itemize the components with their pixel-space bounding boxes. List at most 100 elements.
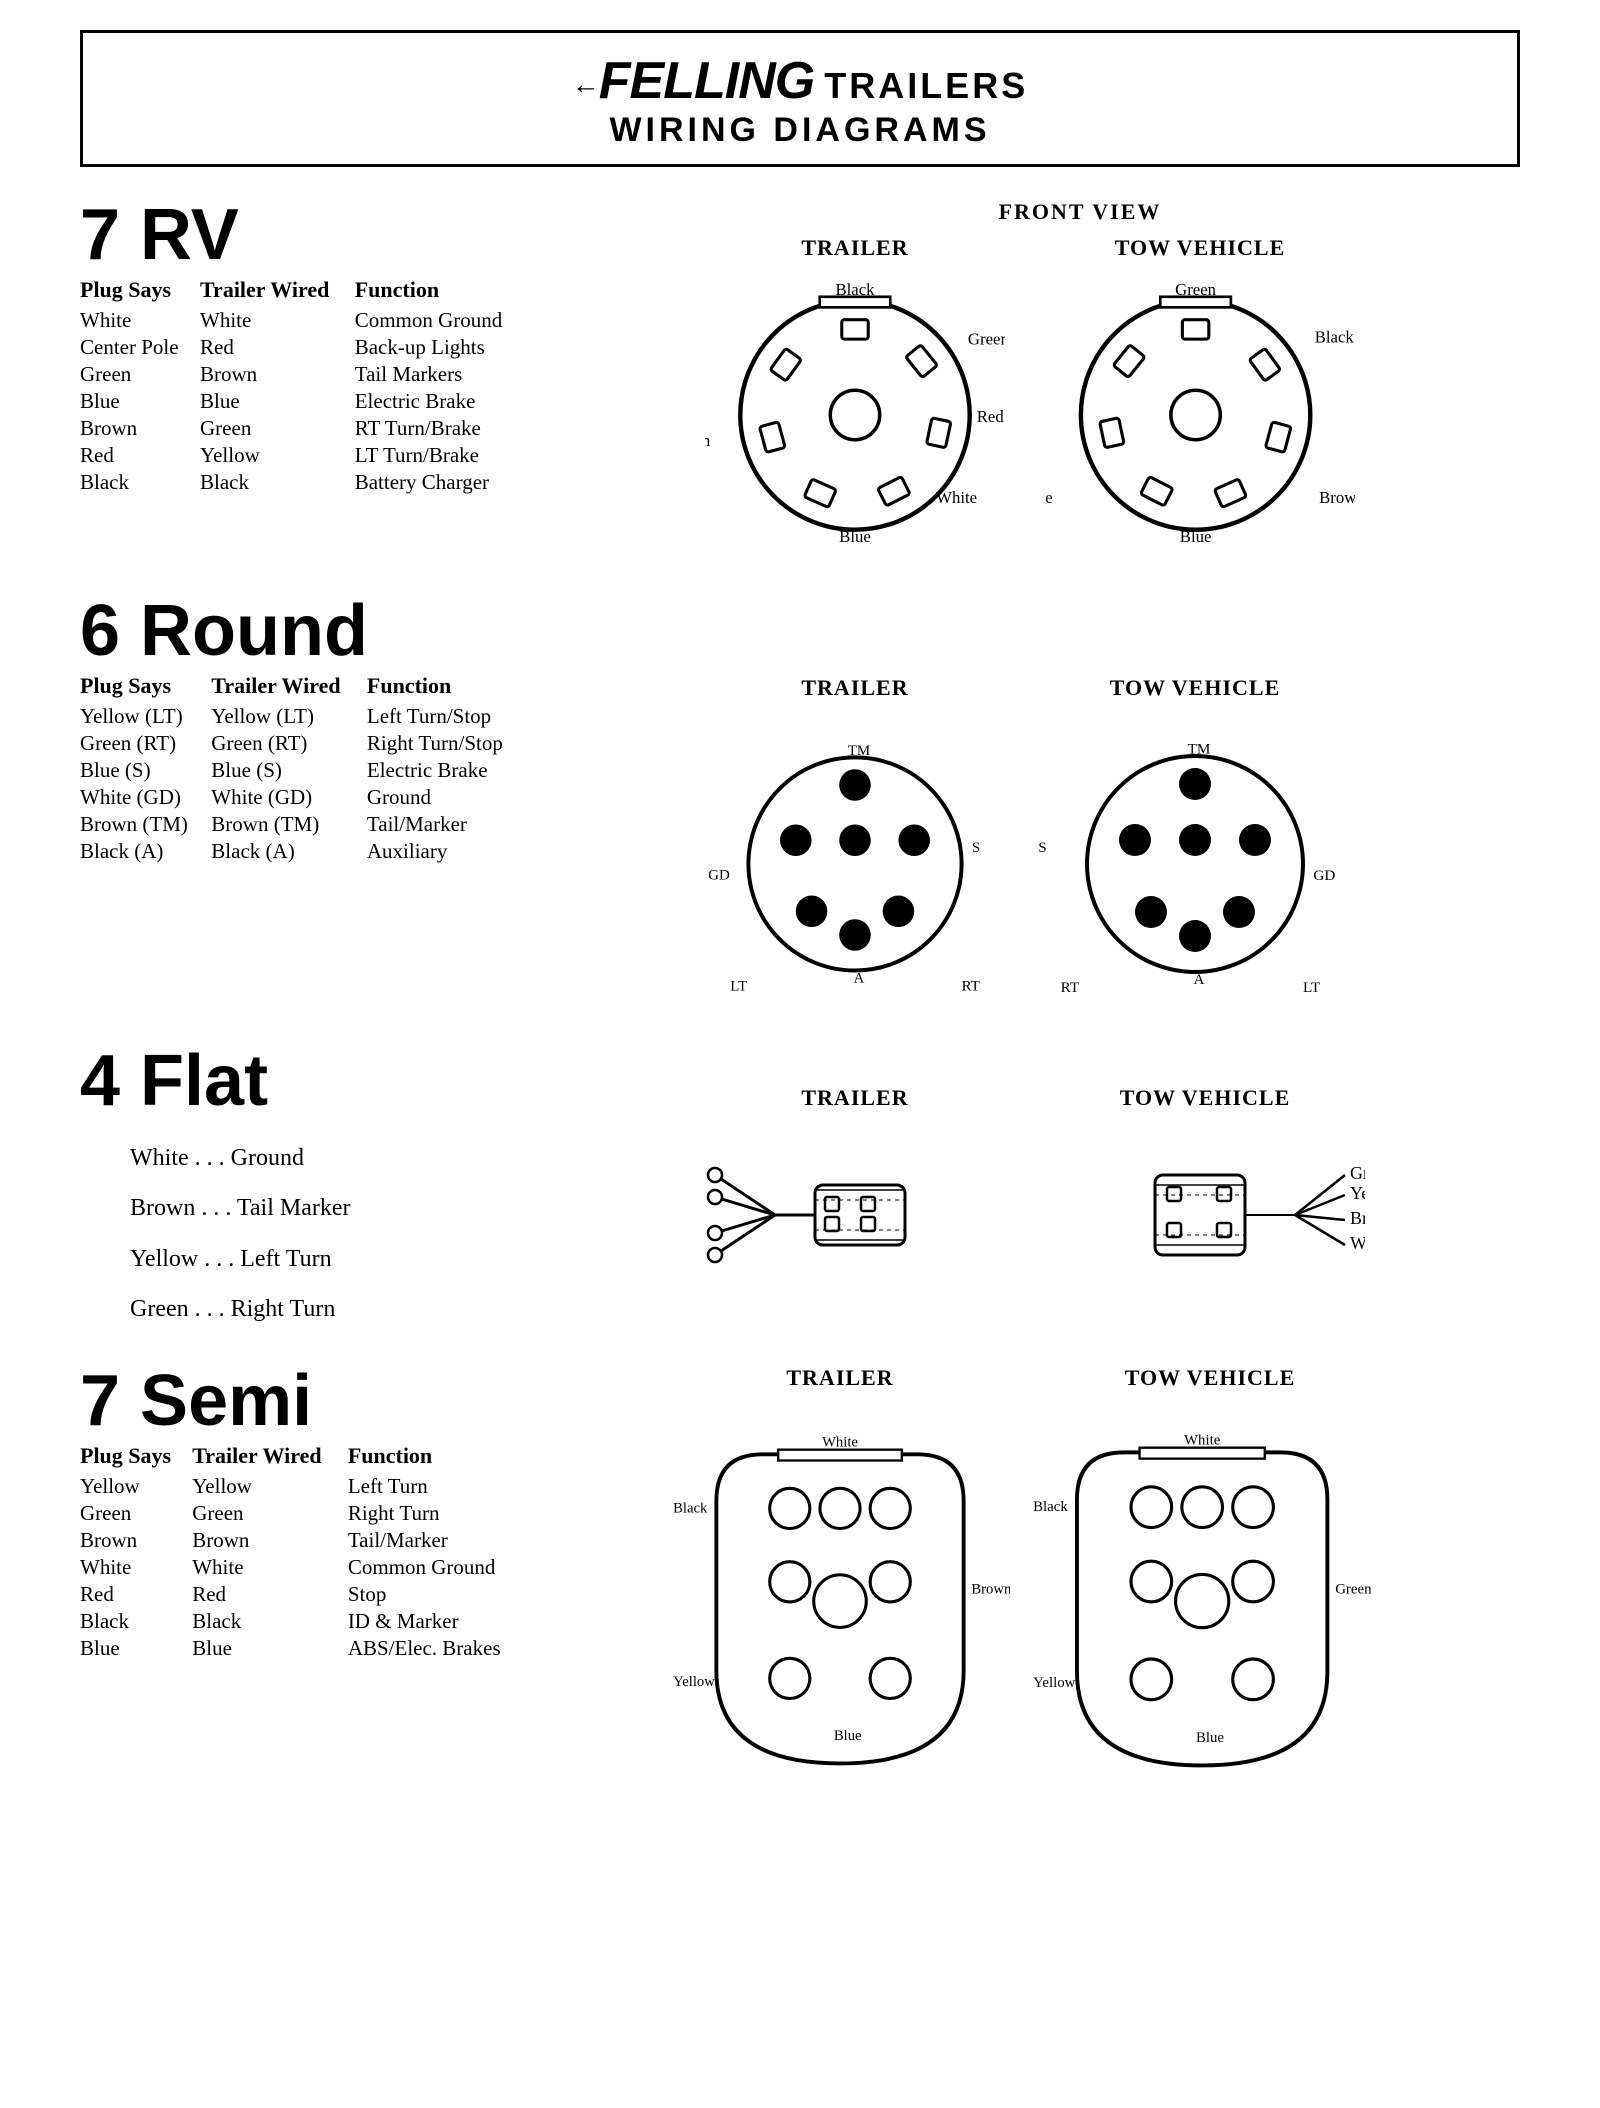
col-trailer-wired: Trailer Wired xyxy=(192,1443,348,1473)
col-trailer-wired: Trailer Wired xyxy=(211,673,367,703)
trailers-text: TRAILERS xyxy=(824,65,1028,107)
svg-text:Black: Black xyxy=(1315,328,1355,347)
6round-towvehicle-diagram: TOW VEHICLE TM GD S A RT LT xyxy=(1035,675,1355,1015)
6round-table: Plug Says Trailer Wired Function Yellow … xyxy=(80,673,530,865)
svg-text:GD: GD xyxy=(1313,867,1335,884)
table-row: Brown (TM)Brown (TM)Tail/Marker xyxy=(80,811,530,838)
svg-text:Brown: Brown xyxy=(705,431,711,450)
6round-towvehicle-svg: TM GD S A RT LT xyxy=(1035,705,1355,1015)
7semi-title: 7 Semi xyxy=(80,1365,530,1437)
header-line1: ←FELLING TRAILERS xyxy=(93,51,1507,111)
svg-text:S: S xyxy=(972,840,980,856)
section-7semi: 7 Semi Plug Says Trailer Wired Function … xyxy=(80,1365,1520,1815)
svg-text:Green: Green xyxy=(1335,1581,1372,1597)
table-row: BrownBrownTail/Marker xyxy=(80,1527,530,1554)
4flat-trailer-svg xyxy=(695,1115,1015,1315)
table-row: WhiteWhiteCommon Ground xyxy=(80,1554,530,1581)
4flat-towvehicle-title: TOW VEHICLE xyxy=(1120,1085,1291,1111)
table-row: WhiteWhiteCommon Ground xyxy=(80,307,530,334)
table-row: BlackBlackBattery Charger xyxy=(80,469,530,496)
table-row: YellowYellowLeft Turn xyxy=(80,1473,530,1500)
svg-text:Yellow: Yellow xyxy=(1033,1675,1076,1691)
table-row: Center PoleRedBack-up Lights xyxy=(80,334,530,361)
7semi-left: 7 Semi Plug Says Trailer Wired Function … xyxy=(80,1365,530,1662)
svg-text:S: S xyxy=(1038,839,1046,856)
7rv-towvehicle-diagram: TOW VEHICLE xyxy=(1045,235,1355,565)
table-row: Blue (S)Blue (S)Electric Brake xyxy=(80,757,530,784)
6round-trailer-title: TRAILER xyxy=(801,675,908,701)
wire-white: White . . . Ground xyxy=(130,1133,530,1183)
svg-text:White: White xyxy=(1045,488,1053,507)
4flat-trailer-title: TRAILER xyxy=(801,1085,908,1111)
svg-text:Yellow: Yellow xyxy=(1350,1183,1365,1203)
7semi-towvehicle-svg: White Black Yellow Blue Green xyxy=(1030,1395,1390,1815)
svg-text:TM: TM xyxy=(1188,741,1211,758)
section-4flat: 4 Flat White . . . Ground Brown . . . Ta… xyxy=(80,1045,1520,1335)
7rv-title: 7 RV xyxy=(80,199,530,271)
wiring-diagrams-text: Wiring Diagrams xyxy=(93,111,1507,150)
7semi-trailer-svg: White Black Ye xyxy=(670,1395,1010,1815)
svg-text:TM: TM xyxy=(848,743,871,759)
7rv-diagrams: FRONT VIEW TRAILER xyxy=(540,199,1520,565)
table-row: RedRedStop xyxy=(80,1581,530,1608)
svg-text:Black: Black xyxy=(673,1500,708,1516)
col-plug-says: Plug Says xyxy=(80,1443,192,1473)
7rv-towvehicle-title: TOW VEHICLE xyxy=(1115,235,1286,261)
7semi-trailer-title: TRAILER xyxy=(786,1365,893,1391)
svg-text:Green: Green xyxy=(968,329,1005,348)
svg-text:GD: GD xyxy=(708,868,730,884)
7semi-towvehicle-diagram: TOW VEHICLE White Black Yell xyxy=(1030,1365,1390,1815)
svg-text:Green: Green xyxy=(1175,280,1217,299)
4flat-left: 4 Flat White . . . Ground Brown . . . Ta… xyxy=(80,1045,530,1335)
wire-brown: Brown . . . Tail Marker xyxy=(130,1183,530,1233)
svg-text:Blue: Blue xyxy=(1196,1730,1224,1746)
table-row: RedYellowLT Turn/Brake xyxy=(80,442,530,469)
svg-text:White: White xyxy=(1350,1233,1365,1253)
section-6round: 6 Round Plug Says Trailer Wired Function… xyxy=(80,595,1520,1015)
svg-text:RT: RT xyxy=(962,978,980,994)
svg-text:Blue: Blue xyxy=(1180,527,1212,546)
table-row: BlueBlueElectric Brake xyxy=(80,388,530,415)
table-row: Yellow (LT)Yellow (LT)Left Turn/Stop xyxy=(80,703,530,730)
svg-text:LT: LT xyxy=(730,978,747,994)
table-row: Black (A)Black (A)Auxiliary xyxy=(80,838,530,865)
col-function: Function xyxy=(355,277,530,307)
col-trailer-wired: Trailer Wired xyxy=(200,277,355,307)
svg-text:Green: Green xyxy=(1350,1163,1365,1183)
svg-text:White: White xyxy=(936,488,977,507)
7semi-diagrams: TRAILER White xyxy=(540,1365,1520,1815)
table-row: GreenBrownTail Markers xyxy=(80,361,530,388)
7semi-trailer-diagram: TRAILER White xyxy=(670,1365,1010,1815)
7semi-table: Plug Says Trailer Wired Function YellowY… xyxy=(80,1443,530,1662)
table-row: Green (RT)Green (RT)Right Turn/Stop xyxy=(80,730,530,757)
header-box: ←FELLING TRAILERS Wiring Diagrams xyxy=(80,30,1520,167)
svg-text:White: White xyxy=(1184,1432,1221,1448)
col-function: Function xyxy=(348,1443,530,1473)
table-row: BlueBlueABS/Elec. Brakes xyxy=(80,1635,530,1662)
4flat-wires: White . . . Ground Brown . . . Tail Mark… xyxy=(130,1133,530,1335)
6round-title: 6 Round xyxy=(80,595,530,667)
4flat-towvehicle-diagram: TOW VEHICLE xyxy=(1045,1085,1365,1315)
table-row: BlackBlackID & Marker xyxy=(80,1608,530,1635)
table-row: GreenGreenRight Turn xyxy=(80,1500,530,1527)
col-plug-says: Plug Says xyxy=(80,673,211,703)
6round-trailer-diagram: TRAILER TM GD xyxy=(705,675,1005,1015)
svg-text:Red: Red xyxy=(977,407,1005,426)
svg-text:Yellow: Yellow xyxy=(673,1674,715,1690)
4flat-diagrams: TRAILER xyxy=(540,1045,1520,1315)
wire-green: Green . . . Right Turn xyxy=(130,1284,530,1334)
svg-text:A: A xyxy=(1194,971,1205,988)
section-7rv: 7 RV Plug Says Trailer Wired Function Wh… xyxy=(80,199,1520,565)
svg-text:Brown: Brown xyxy=(1350,1208,1365,1228)
4flat-towvehicle-svg: Green Yellow Brown White xyxy=(1045,1115,1365,1315)
6round-trailer-svg: TM GD S A LT RT xyxy=(705,705,1005,1015)
svg-text:A: A xyxy=(854,970,865,986)
table-row: White (GD)White (GD)Ground xyxy=(80,784,530,811)
7rv-trailer-svg: Black Green Red White Blue Brown xyxy=(705,265,1005,565)
7rv-trailer-title: TRAILER xyxy=(801,235,908,261)
svg-text:White: White xyxy=(822,1434,858,1450)
svg-text:Brown: Brown xyxy=(1319,488,1355,507)
6round-towvehicle-title: TOW VEHICLE xyxy=(1110,675,1281,701)
6round-diagrams: TRAILER TM GD xyxy=(540,595,1520,1015)
7semi-towvehicle-title: TOW VEHICLE xyxy=(1125,1365,1296,1391)
